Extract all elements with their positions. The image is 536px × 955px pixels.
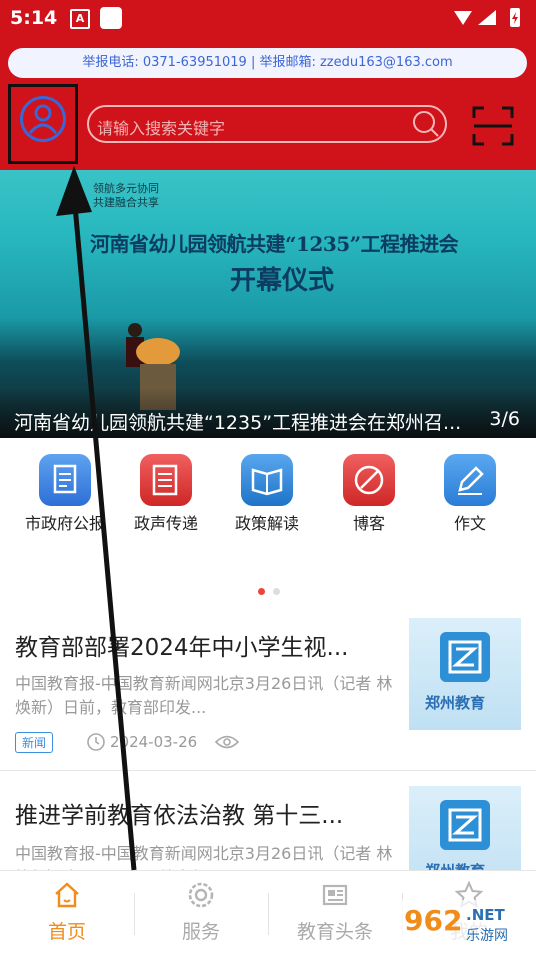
quick-link-blog[interactable]: 博客 — [319, 454, 419, 534]
system-status-icons — [454, 8, 520, 27]
news-summary: 中国教育报-中国教育新闻网北京3月26日讯（记者 林焕新）日前，教育部印发... — [15, 674, 393, 717]
blog-icon — [343, 454, 395, 506]
banner-page-counter: 3/6 — [489, 408, 520, 430]
news-title: 教育部部署2024年中小学生视... — [15, 635, 349, 661]
tab-label: 首页 — [47, 921, 86, 943]
headline-icon — [322, 884, 348, 906]
service-icon — [188, 882, 214, 908]
profile-button[interactable] — [8, 84, 78, 164]
tab-label: 教育头条 — [296, 921, 373, 943]
home-icon — [55, 882, 79, 908]
user-avatar-icon — [20, 96, 66, 142]
carousel-dots — [258, 580, 288, 599]
banner-slogan: 领航多元协同 共建融合共享 — [93, 182, 159, 210]
quick-links: 市政府公报 政声传递 政策解读 博客 作文 — [0, 438, 536, 578]
banner-caption: 河南省幼儿园领航共建“1235”工程推进会在郑州召... — [14, 412, 462, 434]
news-item[interactable]: 教育部部署2024年中小学生视... 中国教育报-中国教育新闻网北京3月26日讯… — [0, 616, 536, 768]
news-title: 推进学前教育依法治教 第十三... — [15, 803, 344, 829]
watermark-number: 962 — [404, 904, 462, 937]
quick-link-label: 作文 — [453, 514, 486, 533]
zhengzhou-education-logo — [440, 800, 490, 850]
report-contact-banner: 举报电话: 0371-63951019 | 举报邮箱: zzedu163@163… — [8, 48, 527, 78]
quick-link-essay[interactable]: 作文 — [420, 454, 520, 534]
pencil-icon — [444, 454, 496, 506]
notification-a-icon: A — [70, 9, 90, 29]
banner-carousel[interactable]: 领航多元协同 共建融合共享 河南省幼儿园领航共建“1235”工程推进会 开幕仪式… — [0, 170, 536, 438]
views-eye-icon — [214, 735, 240, 749]
quick-link-label: 政策解读 — [234, 514, 299, 533]
carousel-dot-active[interactable] — [258, 588, 265, 595]
news-divider — [0, 770, 536, 771]
news-date: 2024-03-26 — [110, 733, 198, 751]
book-icon — [241, 454, 293, 506]
quick-link-label: 市政府公报 — [24, 514, 105, 533]
zhengzhou-education-logo — [440, 632, 490, 682]
search-icon — [413, 111, 439, 137]
banner-slide-title: 河南省幼儿园领航共建“1235”工程推进会 — [90, 232, 459, 256]
search-placeholder: 请输入搜索关键字 — [97, 119, 226, 138]
scan-qr-icon[interactable] — [472, 106, 514, 146]
banner-slogan-line1: 领航多元协同 — [93, 182, 159, 195]
status-time: 5:14 — [10, 7, 58, 29]
watermark-site-name: 乐游网 — [466, 928, 508, 944]
quick-link-gazette[interactable]: 市政府公报 — [15, 454, 115, 534]
news-thumbnail: 郑州教育 — [409, 618, 521, 730]
tab-service[interactable]: 服务 — [134, 871, 268, 955]
clock-icon — [87, 733, 105, 751]
tab-home[interactable]: 首页 — [0, 871, 134, 955]
notification-square-icon — [100, 7, 122, 29]
quick-link-label: 政声传递 — [133, 514, 198, 533]
document-icon — [39, 454, 91, 506]
header: 举报电话: 0371-63951019 | 举报邮箱: zzedu163@163… — [0, 36, 536, 170]
banner-slide-subtitle: 开幕仪式 — [230, 266, 335, 296]
carousel-dot[interactable] — [273, 588, 280, 595]
tab-headlines[interactable]: 教育头条 — [268, 871, 402, 955]
watermark-domain: .NET — [466, 906, 505, 924]
quick-link-label: 博客 — [352, 514, 385, 533]
news-tag: 新闻 — [15, 732, 54, 753]
tab-label: 服务 — [181, 921, 220, 943]
news-icon — [140, 454, 192, 506]
site-watermark-logo: 962 .NET 乐游网 — [398, 900, 528, 946]
quick-link-policy[interactable]: 政策解读 — [217, 454, 317, 534]
banner-slogan-line2: 共建融合共享 — [93, 196, 159, 209]
quick-link-voice[interactable]: 政声传递 — [116, 454, 216, 534]
news-item[interactable]: 推进学前教育依法治教 第十三... 中国教育报-中国教育新闻网北京3月26日讯（… — [0, 784, 536, 898]
thumbnail-caption: 郑州教育 — [425, 694, 486, 712]
status-bar: 5:14 A — [0, 0, 536, 36]
search-input[interactable]: 请输入搜索关键字 — [87, 105, 447, 143]
